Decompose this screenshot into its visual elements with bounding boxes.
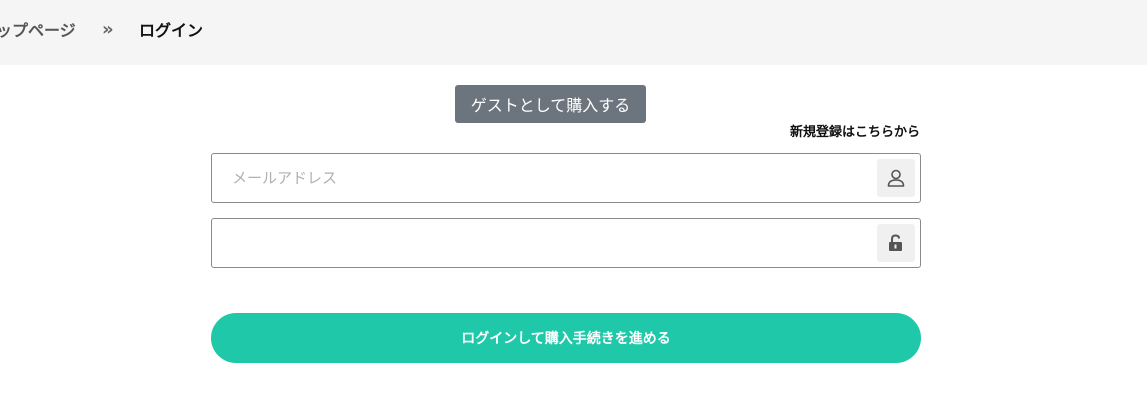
breadcrumb-current: ログイン (139, 21, 204, 40)
breadcrumb-home-link[interactable]: ップページ (0, 20, 76, 42)
email-input[interactable] (212, 154, 872, 202)
breadcrumb: ップページ » ログイン (0, 0, 1147, 65)
password-input[interactable] (212, 219, 872, 267)
guest-purchase-button[interactable]: ゲストとして購入する (455, 85, 646, 123)
register-link[interactable]: 新規登録はこちらから (790, 123, 920, 143)
email-field (211, 153, 921, 203)
user-icon (877, 159, 915, 197)
breadcrumb-separator-icon: » (102, 19, 114, 40)
unlock-icon (877, 224, 915, 262)
password-field (211, 218, 921, 268)
login-submit-button[interactable]: ログインして購入手続きを進める (211, 313, 921, 363)
